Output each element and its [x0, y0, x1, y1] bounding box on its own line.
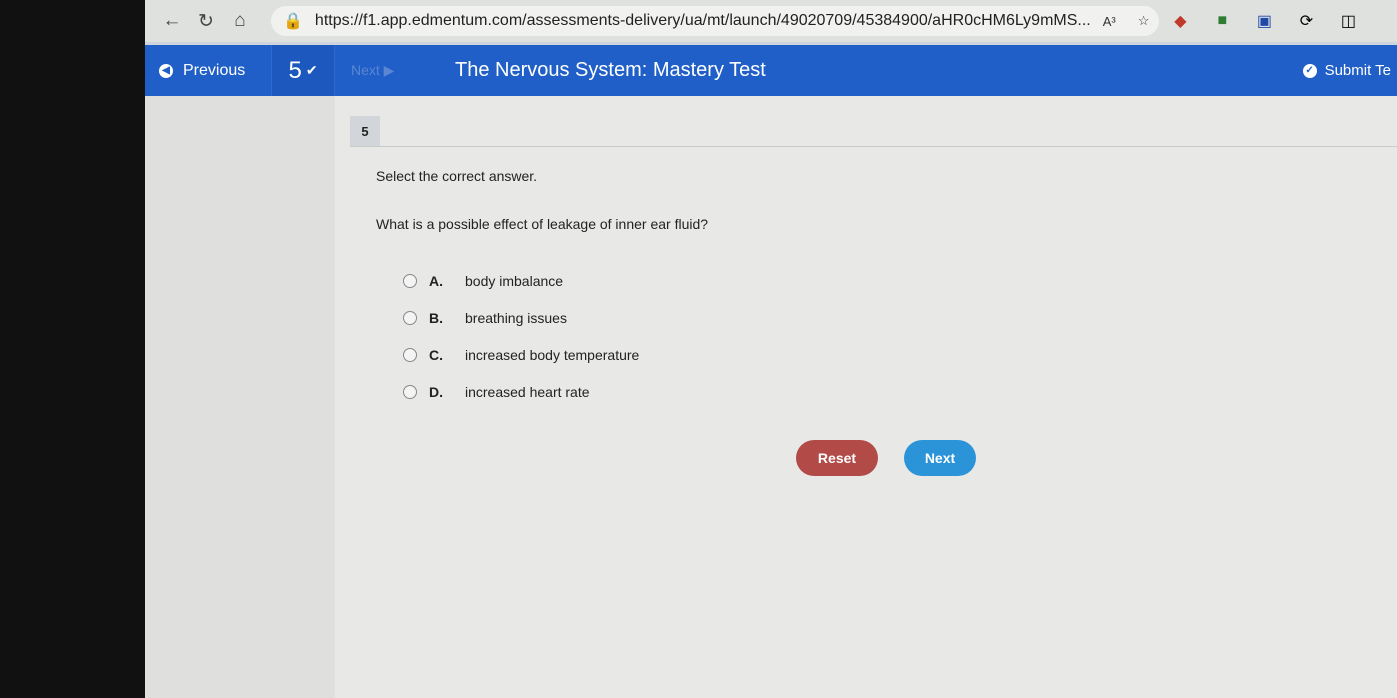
option-letter: C.: [429, 346, 443, 363]
question-selector[interactable]: 5 ✔: [271, 45, 335, 96]
copilot-icon[interactable]: ⟳: [1285, 11, 1327, 31]
option-d[interactable]: D. increased heart rate: [403, 373, 639, 410]
previous-label: Previous: [183, 61, 246, 79]
option-b[interactable]: B. breathing issues: [403, 299, 639, 336]
option-text: increased heart rate: [465, 383, 590, 400]
option-letter: A.: [429, 272, 443, 289]
option-letter: D.: [429, 383, 443, 400]
refresh-icon[interactable]: ↻: [189, 10, 223, 33]
favorite-star-icon[interactable]: ☆: [1138, 13, 1160, 29]
radio-button[interactable]: [403, 273, 417, 288]
extension-c-icon[interactable]: ▣: [1243, 11, 1285, 31]
back-icon[interactable]: ←: [155, 10, 189, 32]
instruction-text: Select the correct answer.: [376, 168, 538, 184]
option-c[interactable]: C. increased body temperature: [403, 336, 639, 373]
previous-arrow-icon: ◀: [159, 63, 173, 78]
home-icon[interactable]: ⌂: [223, 10, 257, 32]
previous-button[interactable]: ◀ Previous: [145, 45, 271, 96]
option-text: increased body temperature: [465, 346, 640, 363]
divider: [350, 146, 1397, 147]
answer-options: A. body imbalance B. breathing issues C. in…: [403, 262, 639, 410]
url-text: https://f1.app.edmentum.com/assessments-…: [314, 12, 1091, 29]
browser-window: ← ↻ ⌂ 🔒 https://f1.app.edmentum.com/asse…: [145, 0, 1397, 698]
read-aloud-icon[interactable]: A³: [1103, 14, 1126, 29]
radio-button[interactable]: [403, 347, 417, 362]
radio-button[interactable]: [403, 310, 417, 325]
submit-test-button[interactable]: ✓ Submit Te: [1302, 62, 1397, 79]
reset-button[interactable]: Reset: [796, 440, 878, 476]
option-text: body imbalance: [465, 272, 564, 289]
option-text: breathing issues: [465, 309, 567, 326]
check-icon: ✓: [1302, 63, 1317, 78]
option-letter: B.: [429, 309, 443, 326]
extension-icon[interactable]: ◆: [1159, 11, 1201, 31]
submit-label: Submit Te: [1324, 62, 1391, 79]
question-number: 5: [288, 56, 302, 84]
test-toolbar: ◀ Previous 5 ✔ Next ▶ The Nervous System…: [145, 42, 1397, 96]
page-title: The Nervous System: Mastery Test: [455, 59, 766, 81]
screen-bezel: [0, 0, 145, 698]
chevron-down-icon: ✔: [305, 62, 318, 78]
left-pane: [145, 96, 335, 698]
next-question-button-disabled[interactable]: Next ▶: [335, 62, 425, 79]
browser-toolbar: ← ↻ ⌂ 🔒 https://f1.app.edmentum.com/asse…: [145, 0, 1397, 42]
question-text: What is a possible effect of leakage of …: [376, 216, 709, 232]
question-number-badge: 5: [350, 116, 380, 146]
next-label: Next: [351, 62, 380, 78]
question-area: 5 Select the correct answer. What is a p…: [145, 96, 1397, 698]
lock-icon[interactable]: 🔒: [283, 11, 303, 31]
radio-button[interactable]: [403, 384, 417, 399]
address-bar[interactable]: 🔒 https://f1.app.edmentum.com/assessment…: [271, 6, 1160, 36]
split-screen-icon[interactable]: ◫: [1327, 11, 1369, 31]
profile-icon[interactable]: ■: [1201, 12, 1243, 30]
next-button[interactable]: Next: [904, 440, 976, 476]
option-a[interactable]: A. body imbalance: [403, 262, 639, 299]
